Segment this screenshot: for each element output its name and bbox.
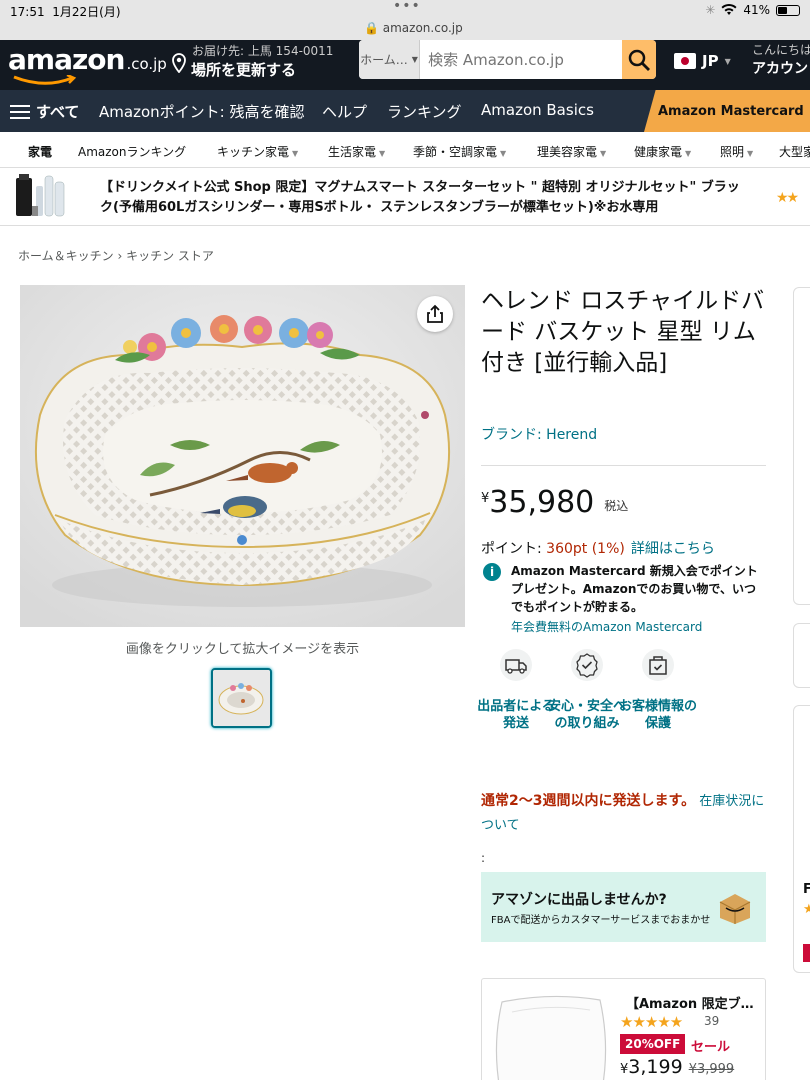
pillow-product-image[interactable] [492,990,610,1080]
ad-product-title[interactable]: 【Amazon 限定ブ… [626,993,754,1012]
shield-bag-icon [642,649,674,681]
side-card[interactable] [793,623,810,688]
price-block: ¥ 35,980 税込 [481,485,628,521]
basket-thumbnail-image [213,670,270,726]
feature-safety[interactable]: 安心・安全への取り組み [547,648,627,732]
share-button[interactable] [417,296,453,332]
nav-link-help[interactable]: ヘルプ [322,101,367,122]
product-title: ヘレンド ロスチャイルドバード バスケット 星型 リム付き [並行輸入品] [481,288,765,376]
subnav-item-ranking[interactable]: Amazonランキング [78,143,186,160]
greeting-label[interactable]: こんにちは [752,41,810,58]
sell-box-subtitle: FBAで配送からカスタマーサービスまでおまかせ [491,915,711,926]
brand-link[interactable]: ブランド: Herend [481,424,597,444]
product-main-image[interactable] [20,285,465,627]
truck-icon [500,649,532,681]
all-menu-button[interactable]: すべて [10,101,79,122]
deliver-to-label[interactable]: お届け先: 上馬 154-0011 [192,42,333,59]
subnav-item-beauty[interactable]: 理美容家電 ▼ [537,143,606,160]
search-button[interactable] [622,40,656,79]
status-bar: 17:51 1月22日(月) ••• 🔒 amazon.co.jp ✳ 41% [0,0,810,40]
subnav-item-seasonal[interactable]: 季節・空調家電 ▼ [413,143,506,160]
product-thumbnail[interactable] [211,668,272,728]
colon-text: : [481,851,486,865]
ad-old-price: ¥3,999 [688,1062,735,1077]
language-selector[interactable]: JP ▼ [674,52,731,70]
side-ad-card[interactable] [793,705,810,973]
status-right: ✳ 41% [705,3,800,17]
ad-review-count[interactable]: 39 [704,1014,719,1028]
search-category-select[interactable]: ホーム… ▼ [359,40,421,79]
breadcrumb[interactable]: ホーム＆キッチン › キッチン ストア [18,247,214,264]
price-currency: ¥ [481,491,490,506]
subnav-item-health[interactable]: 健康家電 ▼ [634,143,691,160]
points-value: 360pt (1%) [546,541,625,557]
buy-box-card[interactable] [793,287,810,605]
porcelain-basket-illustration [20,285,465,627]
address-bar[interactable]: 🔒 amazon.co.jp [364,21,463,35]
shipping-info: 通常2〜3週間以内に発送します。 在庫状況について [481,789,766,838]
nav-link-basics[interactable]: Amazon Basics [481,101,594,119]
update-location-link[interactable]: 場所を更新する [191,59,296,80]
search-bar: ホーム… ▼ [359,40,656,79]
divider [481,465,766,466]
side-ad-title: F [803,882,810,897]
amazon-logo[interactable]: amazon .co.jp [8,43,167,76]
sale-label: セール [691,1040,731,1055]
image-zoom-caption: 画像をクリックして拡大イメージを表示 [125,642,360,657]
feature-privacy[interactable]: お客様情報の保護 [618,648,698,732]
side-ad-badge [803,944,810,962]
nav-link-points[interactable]: Amazonポイント: 残高を確認 [99,101,304,122]
ad-price: ¥3,199 ¥3,999 [620,1056,735,1078]
wifi-icon [721,4,737,16]
subnav-item-living[interactable]: 生活家電 ▼ [328,143,385,160]
side-ad-star: ★ [803,902,810,917]
sell-box-title[interactable]: アマゾンに出品しませんか? [491,889,667,909]
account-menu[interactable]: アカウント [752,58,810,78]
mastercard-promo-text: Amazon Mastercard 新規入会でポイントプレゼント。Amazonで… [511,564,758,614]
subnav-item-large[interactable]: 大型家 [779,143,810,160]
cardboard-box-icon [719,894,751,924]
multitask-dots[interactable]: ••• [393,0,421,14]
discount-badge: 20%OFF [620,1034,686,1054]
mastercard-promo-link[interactable]: Amazon Mastercard [644,90,810,132]
soda-maker-image [16,174,65,217]
search-input[interactable] [420,40,623,79]
banner-text: 【ドリンクメイト公式 Shop 限定】マグナムスマート スターターセット " 超… [100,180,740,215]
info-icon: i [483,563,501,581]
loading-icon: ✳ [705,3,716,17]
nav-bar: すべて Amazonポイント: 残高を確認 ヘルプ ランキング Amazon B… [0,90,810,132]
subnav-item-kitchen[interactable]: キッチン家電 ▼ [217,143,298,160]
points-details-link[interactable]: 詳細はこちら [631,541,715,557]
sponsored-banner[interactable]: 【ドリンクメイト公式 Shop 限定】マグナムスマート スターターセット " 超… [0,168,810,226]
price-value: 35,980 [489,485,595,520]
subnav-item-lighting[interactable]: 照明 ▼ [720,143,753,160]
points-info: ポイント: 360pt (1%) 詳細はこちら [481,541,715,557]
ad-rating-stars: ★★★★★ [620,1013,683,1031]
battery-icon [776,4,800,16]
shipping-estimate: 通常2〜3週間以内に発送します。 [481,793,696,809]
share-icon [427,304,443,323]
feature-seller-shipping[interactable]: 出品者による発送 [476,648,556,732]
badge-icon [571,649,603,681]
location-pin-icon [172,53,186,73]
status-time: 17:51 1月22日(月) [10,5,121,19]
caret-down-icon: ▼ [411,55,418,64]
nav-link-ranking[interactable]: ランキング [387,101,462,122]
search-icon [628,49,651,71]
logo-smile-icon [13,75,77,85]
hamburger-icon [10,104,30,119]
japan-flag-icon [674,53,696,69]
tax-label: 税込 [604,499,629,513]
site-header: amazon .co.jp お届け先: 上馬 154-0011 場所を更新する ホ… [0,40,810,90]
battery-percent: 41% [743,3,770,17]
category-subnav: 家電 Amazonランキング キッチン家電 ▼ 生活家電 ▼ 季節・空調家電 ▼ 理美… [0,132,810,168]
subnav-item-appliances[interactable]: 家電 [28,143,52,160]
banner-rating-stars: ★★ [776,190,799,206]
mastercard-signup-link[interactable]: 年会費無料のAmazon Mastercard [511,618,702,635]
